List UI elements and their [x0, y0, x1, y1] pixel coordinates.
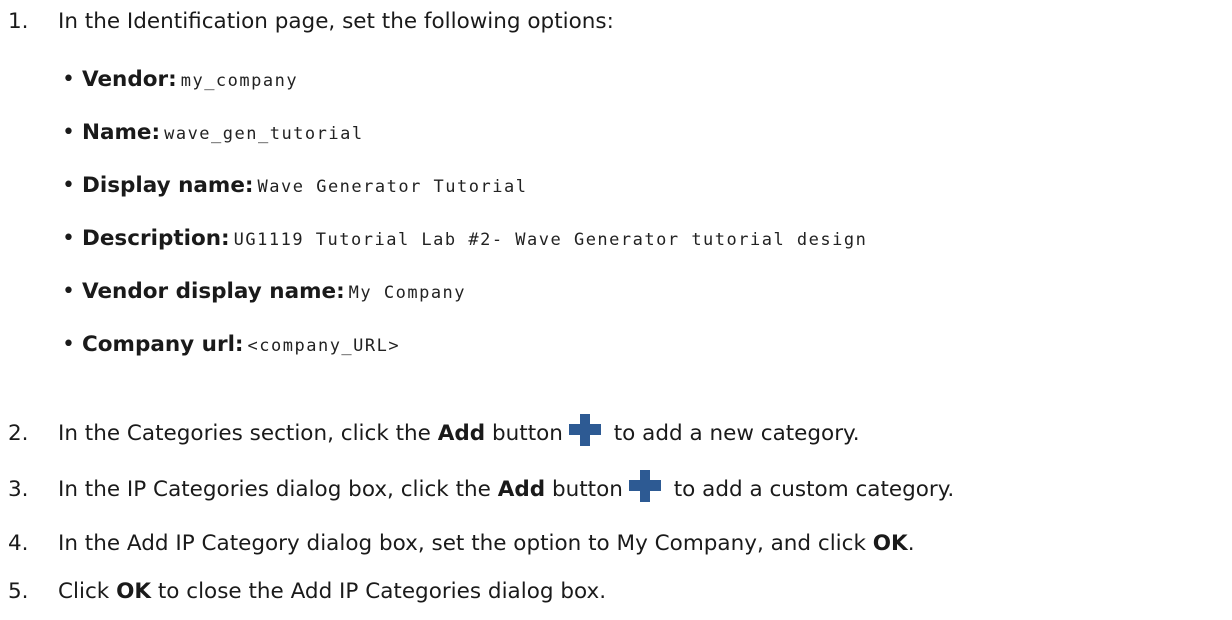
- step-3: 3. In the IP Categories dialog box, click…: [8, 470, 954, 504]
- option-description: • Description: UG1119 Tutorial Lab #2- Wav…: [62, 225, 867, 254]
- option-display-name: • Display name: Wave Generator Tutorial: [62, 172, 527, 201]
- step-5: 5. Click OK to close the Add IP Categorie…: [8, 578, 606, 606]
- option-vendor-display-name: • Vendor display name: My Company: [62, 278, 466, 307]
- option-name: • Name: wave_gen_tutorial: [62, 119, 364, 148]
- step-text-post: to add a custom category.: [666, 477, 955, 502]
- option-value: my_company: [180, 71, 299, 91]
- option-label: Display name:: [82, 173, 254, 198]
- step-text-pre: In the Categories section, click the: [58, 421, 438, 446]
- bullet-glyph: •: [62, 120, 75, 145]
- step-text-pre: In the IP Categories dialog box, click t…: [58, 477, 498, 502]
- add-label: Add: [437, 421, 486, 446]
- bullet-glyph: •: [62, 173, 75, 198]
- step-number: 2.: [8, 421, 29, 446]
- ok-label: OK: [116, 579, 152, 604]
- option-value: wave_gen_tutorial: [164, 124, 364, 144]
- option-label: Vendor display name:: [82, 279, 345, 304]
- step-text-pre: Click: [58, 579, 117, 604]
- plus-icon: [568, 414, 601, 446]
- step-text-post: to close the Add IP Categories dialog bo…: [151, 579, 607, 604]
- option-label: Company url:: [82, 332, 244, 357]
- bullet-glyph: •: [62, 332, 75, 357]
- plus-icon: [628, 470, 661, 502]
- instruction-document: 1. In the Identification page, set the fo…: [0, 0, 1232, 620]
- bullet-glyph: •: [62, 279, 75, 304]
- step-number: 4.: [8, 531, 29, 556]
- bullet-glyph: •: [62, 67, 75, 92]
- step-text: In the Identification page, set the foll…: [58, 9, 614, 34]
- option-value: My Company: [348, 283, 467, 303]
- option-label: Description:: [82, 226, 230, 251]
- option-company-url: • Company url: <company_URL>: [62, 331, 400, 360]
- ok-label: OK: [872, 531, 908, 556]
- step-text-mid: button: [485, 421, 563, 446]
- option-label: Name:: [82, 120, 161, 145]
- step-text-post: to add a new category.: [606, 421, 860, 446]
- step-text-post: .: [907, 531, 915, 556]
- bullet-glyph: •: [62, 226, 75, 251]
- option-vendor: • Vendor: my_company: [62, 66, 298, 95]
- option-value: <company_URL>: [247, 336, 401, 356]
- step-1: 1. In the Identification page, set the fo…: [8, 8, 614, 36]
- step-text-mid: button: [545, 477, 623, 502]
- step-2: 2. In the Categories section, click the A…: [8, 414, 860, 448]
- step-number: 1.: [8, 9, 29, 34]
- option-value: UG1119 Tutorial Lab #2- Wave Generator t…: [233, 230, 868, 250]
- option-value: Wave Generator Tutorial: [257, 177, 528, 197]
- add-label: Add: [497, 477, 546, 502]
- option-label: Vendor:: [82, 67, 177, 92]
- step-4: 4. In the Add IP Category dialog box, set…: [8, 530, 915, 558]
- step-number: 3.: [8, 477, 29, 502]
- step-text-pre: In the Add IP Category dialog box, set t…: [58, 531, 873, 556]
- step-number: 5.: [8, 579, 29, 604]
